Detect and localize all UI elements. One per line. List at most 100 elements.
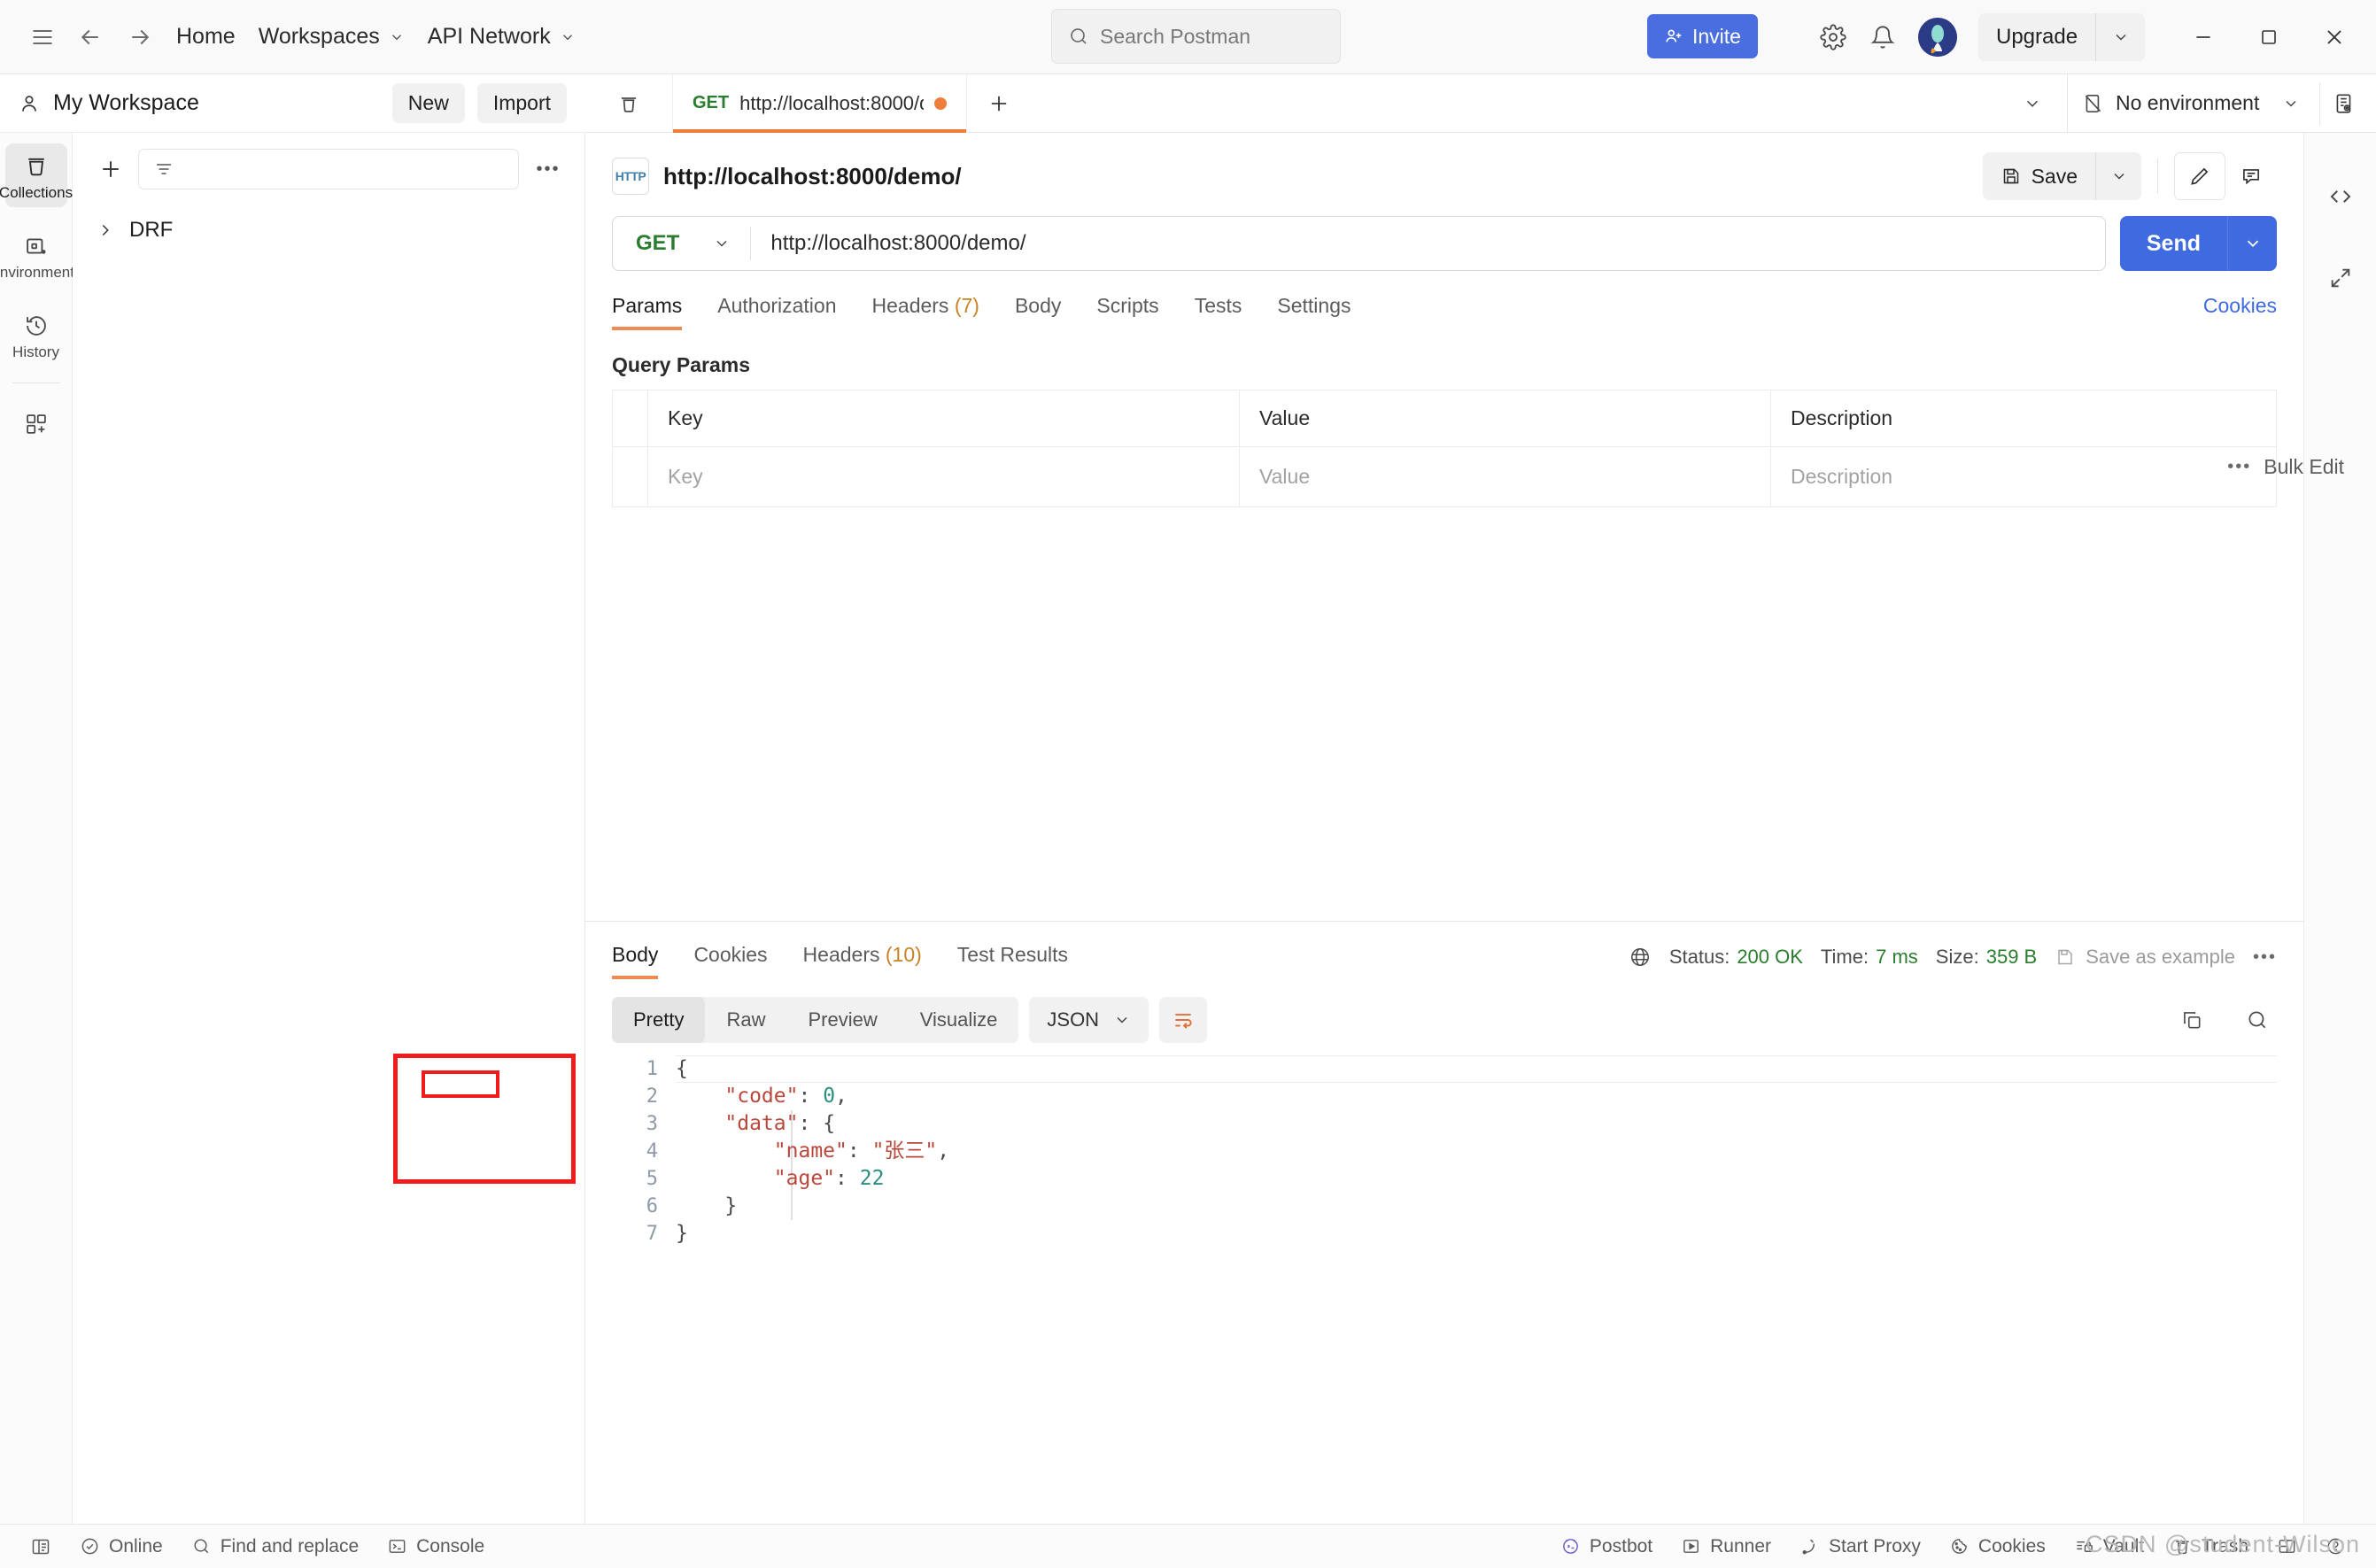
layout-button[interactable] (2263, 1525, 2311, 1568)
sidebar-item-environments[interactable]: Environments (0, 223, 81, 287)
request-tab-url: http://localhost:8000/d (739, 91, 925, 114)
more-horizontal-icon[interactable]: ••• (531, 154, 565, 184)
row-key-cell[interactable]: Key (648, 447, 1240, 506)
tab-settings[interactable]: Settings (1259, 285, 1368, 330)
bell-icon[interactable] (1858, 12, 1908, 62)
search-icon[interactable] (2238, 1000, 2277, 1039)
cookies-button[interactable]: Cookies (1935, 1525, 2060, 1568)
tab-response-cookies[interactable]: Cookies (676, 934, 785, 979)
more-horizontal-icon[interactable]: ••• (2253, 947, 2277, 968)
help-button[interactable] (2311, 1525, 2360, 1568)
save-button[interactable]: Save (1983, 152, 2095, 200)
trash-icon[interactable] (585, 74, 672, 133)
bulk-edit-button[interactable]: Bulk Edit (2264, 455, 2344, 479)
person-icon (18, 92, 41, 115)
arrow-right-icon[interactable] (115, 14, 165, 60)
save-chevron-down-icon[interactable] (2095, 152, 2141, 200)
header-checkbox-cell (613, 390, 648, 446)
cookies-link[interactable]: Cookies (2203, 294, 2277, 318)
request-tab-strip: GET http://localhost:8000/d (585, 73, 2067, 133)
tab-test-results[interactable]: Test Results (940, 934, 1086, 979)
runner-label: Runner (1710, 1535, 1772, 1556)
console-button[interactable]: Console (373, 1525, 499, 1568)
arrow-left-icon[interactable] (66, 14, 115, 60)
row-description-cell[interactable]: Description (1771, 447, 2276, 506)
tab-overflow-chevron-down-icon[interactable] (2012, 74, 2053, 133)
search-bar[interactable] (1051, 9, 1341, 64)
chevron-right-icon[interactable] (96, 220, 115, 240)
tab-response-body[interactable]: Body (612, 934, 676, 979)
nav-workspaces[interactable]: Workspaces (247, 14, 416, 60)
expand-arrows-icon[interactable] (2304, 237, 2376, 319)
invite-button[interactable]: Invite (1647, 14, 1758, 58)
hamburger-icon[interactable] (19, 14, 66, 60)
tab-params[interactable]: Params (612, 285, 700, 330)
upgrade-button[interactable]: Upgrade (1978, 25, 2095, 50)
comment-icon[interactable] (2225, 152, 2277, 200)
tab-authorization-label: Authorization (717, 294, 837, 317)
pencil-icon[interactable] (2174, 152, 2225, 200)
tab-tests[interactable]: Tests (1177, 285, 1260, 330)
tab-scripts[interactable]: Scripts (1079, 285, 1176, 330)
runner-button[interactable]: Runner (1667, 1525, 1785, 1568)
find-and-replace-button[interactable]: Find and replace (177, 1525, 373, 1568)
vault-button[interactable]: Vault (2060, 1525, 2158, 1568)
copy-icon[interactable] (2172, 1000, 2211, 1039)
trash-button[interactable]: Trash (2158, 1525, 2263, 1568)
list-item[interactable]: DRF (73, 205, 584, 255)
method-selector[interactable]: GET (613, 217, 750, 270)
avatar[interactable] (1918, 18, 1957, 57)
url-input[interactable] (751, 231, 2105, 256)
request-tab[interactable]: GET http://localhost:8000/d (672, 73, 968, 133)
row-value-cell[interactable]: Value (1240, 447, 1771, 506)
format-preview[interactable]: Preview (786, 997, 898, 1043)
key-input[interactable]: Key (648, 447, 1239, 506)
word-wrap-icon[interactable] (1159, 997, 1208, 1043)
close-icon[interactable] (2302, 0, 2367, 74)
plus-icon[interactable] (96, 154, 126, 184)
tab-response-headers[interactable]: Headers (10) (786, 934, 940, 979)
send-button[interactable]: Send (2120, 216, 2227, 271)
save-as-example-button[interactable]: Save as example (2055, 946, 2235, 969)
terminal-icon (387, 1536, 407, 1556)
more-horizontal-icon[interactable]: ••• (2227, 457, 2251, 477)
gear-icon[interactable] (1808, 12, 1858, 62)
globe-icon[interactable] (1629, 946, 1652, 969)
tab-scripts-label: Scripts (1096, 294, 1159, 317)
chevron-down-icon[interactable] (2273, 86, 2309, 121)
sidebar-filter-input[interactable] (138, 149, 519, 189)
row-checkbox-cell[interactable] (613, 447, 648, 506)
new-tab-plus-icon[interactable] (967, 74, 1031, 133)
chevron-down-icon[interactable] (2095, 13, 2145, 61)
table-row[interactable]: Key Value Description (613, 447, 2276, 506)
online-status[interactable]: Online (66, 1525, 177, 1568)
eye-list-icon[interactable] (2319, 81, 2362, 125)
nav-api-network[interactable]: API Network (416, 14, 587, 60)
value-input[interactable]: Value (1240, 447, 1770, 506)
apps-grid-button[interactable] (5, 401, 67, 444)
tab-body[interactable]: Body (997, 285, 1079, 330)
page-title: http://localhost:8000/demo/ (663, 162, 962, 189)
response-body-code[interactable]: 1 2 3 4 5 6 7 { "code": 0, "data": { "name": "… (585, 1055, 2303, 1516)
start-proxy-button[interactable]: Start Proxy (1785, 1525, 1935, 1568)
send-chevron-down-icon[interactable] (2227, 216, 2277, 271)
format-pretty[interactable]: Pretty (612, 997, 706, 1043)
sidebar-item-history[interactable]: History (5, 303, 67, 367)
tab-headers[interactable]: Headers (7) (855, 285, 997, 330)
sidebar-item-collections[interactable]: Collections (0, 143, 73, 207)
code-icon[interactable] (2304, 156, 2376, 237)
postbot-button[interactable]: Postbot (1546, 1525, 1667, 1568)
language-selector[interactable]: JSON (1029, 997, 1149, 1043)
json-body[interactable]: { "code": 0, "data": { "name": "张三", "ag… (676, 1055, 2277, 1247)
format-visualize[interactable]: Visualize (899, 997, 1019, 1043)
format-raw[interactable]: Raw (705, 997, 786, 1043)
maximize-icon[interactable] (2236, 0, 2302, 74)
sidebar-toggle-button[interactable] (16, 1525, 66, 1568)
description-input[interactable]: Description (1771, 447, 2276, 506)
import-button[interactable]: Import (476, 83, 567, 123)
tab-authorization[interactable]: Authorization (700, 285, 854, 330)
minimize-icon[interactable] (2171, 0, 2236, 74)
search-input[interactable] (1100, 24, 1312, 49)
new-button[interactable]: New (391, 83, 465, 123)
nav-home[interactable]: Home (165, 14, 247, 60)
